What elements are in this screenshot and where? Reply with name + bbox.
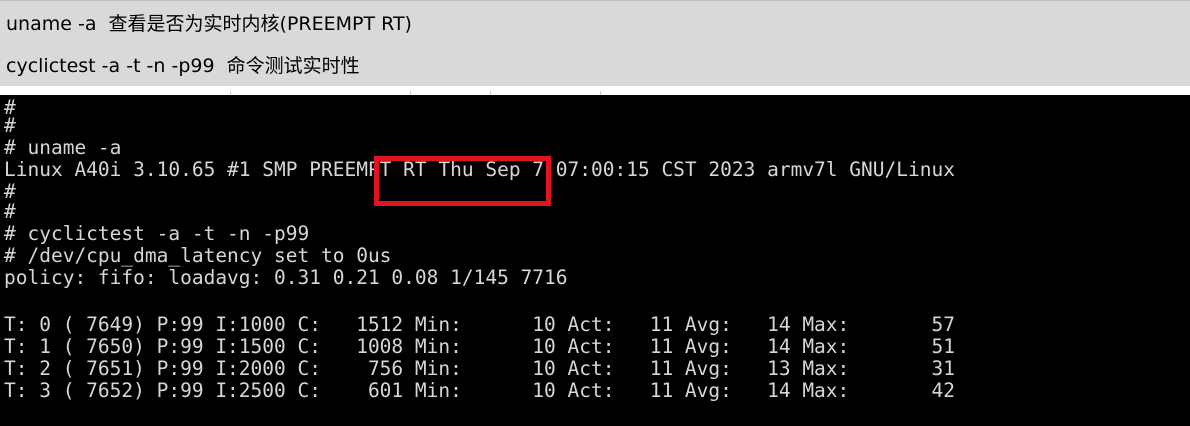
- preempt-rt-highlight-box: [374, 156, 551, 206]
- terminal-line: policy: fifo: loadavg: 0.31 0.21 0.08 1/…: [4, 266, 568, 289]
- terminal-window: # # # uname -a Linux A40i 3.10.65 #1 SMP…: [0, 91, 1190, 426]
- note-uname-command: uname -a 查看是否为实时内核(PREEMPT RT): [6, 13, 412, 35]
- terminal-line: T: 2 ( 7651) P:99 I:2000 C: 756 Min: 10 …: [4, 357, 955, 380]
- screenshot-page: uname -a 查看是否为实时内核(PREEMPT RT) cyclictes…: [0, 0, 1190, 426]
- terminal-line: #: [4, 200, 16, 223]
- terminal-line: # cyclictest -a -t -n -p99: [4, 222, 310, 245]
- terminal-line: #: [4, 114, 16, 137]
- terminal-line: T: 3 ( 7652) P:99 I:2500 C: 601 Min: 10 …: [4, 379, 955, 402]
- terminal-screen[interactable]: # # # uname -a Linux A40i 3.10.65 #1 SMP…: [0, 95, 1190, 426]
- note-cyclictest-command: cyclictest -a -t -n -p99 命令测试实时性: [6, 55, 360, 77]
- terminal-line: #: [4, 180, 16, 203]
- notes-panel: uname -a 查看是否为实时内核(PREEMPT RT) cyclictes…: [0, 0, 1190, 86]
- terminal-line: # uname -a: [4, 136, 122, 159]
- terminal-line: T: 0 ( 7649) P:99 I:1000 C: 1512 Min: 10…: [4, 313, 955, 336]
- terminal-line: # /dev/cpu_dma_latency set to 0us: [4, 244, 392, 267]
- terminal-line: T: 1 ( 7650) P:99 I:1500 C: 1008 Min: 10…: [4, 335, 955, 358]
